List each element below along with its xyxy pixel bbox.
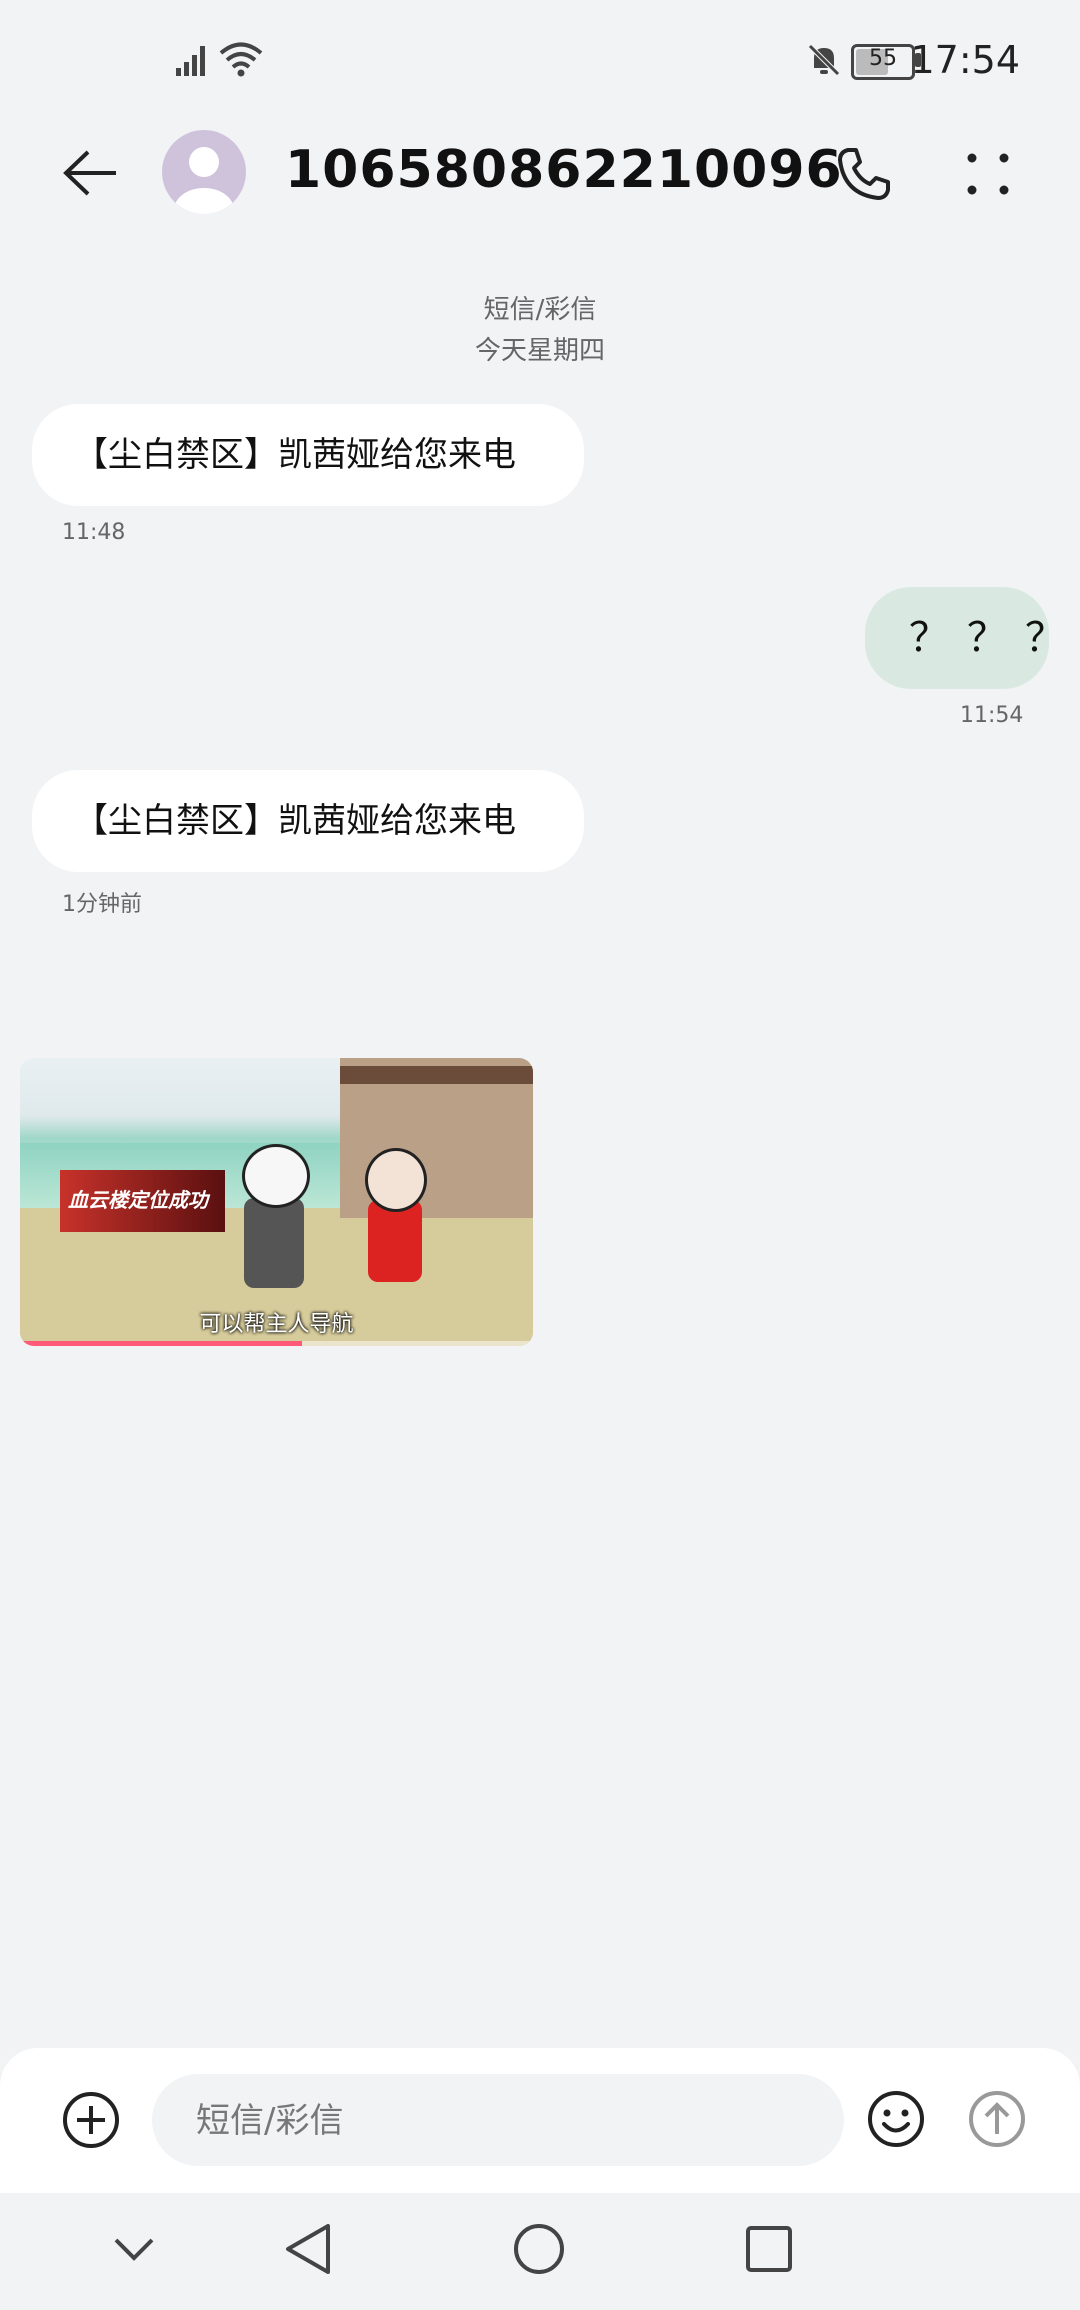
wifi-icon [218,40,264,78]
status-bar: 55 17:54 [0,0,1080,120]
battery-level: 55 [869,46,897,71]
date-label: 今天星期四 [474,336,605,366]
signal-icon [174,40,212,78]
incoming-message[interactable]: 【尘白禁区】凯茜娅给您来电 [32,404,584,506]
phone-icon[interactable] [836,146,892,202]
video-progress[interactable] [20,1341,533,1346]
mute-icon [806,42,842,78]
video-sign-text: 血云楼定位成功 [68,1188,208,1212]
battery-icon: 55 [851,44,915,80]
message-text: 【尘白禁区】凯茜娅给您来电 [74,435,516,475]
nav-down-icon[interactable] [112,2234,156,2264]
video-pavilion-roof [340,1066,533,1084]
message-time: 11:54 [960,703,1024,728]
emoji-icon[interactable] [866,2089,926,2149]
message-time: 1分钟前 [62,892,142,917]
send-icon[interactable] [968,2090,1026,2148]
message-text: ？？？ [909,615,1080,661]
outgoing-message[interactable]: ？？？ [865,587,1065,689]
contact-title: 106580862210096 [285,140,843,200]
message-time: 11:48 [62,520,126,545]
message-input[interactable] [194,2074,818,2168]
incoming-message[interactable]: 【尘白禁区】凯茜娅给您来电 [32,770,584,872]
avatar-icon[interactable] [162,130,246,214]
nav-back-icon[interactable] [284,2222,332,2276]
girl-character-head [365,1148,427,1212]
message-input-container [152,2074,844,2168]
panda-character-body [244,1198,304,1288]
panda-character-head [242,1144,310,1208]
message-type-label: 短信/彩信 [483,295,597,325]
video-sign: 血云楼定位成功 [60,1170,225,1232]
more-icon[interactable] [964,150,1012,198]
video-progress-fill [20,1341,303,1346]
floating-video-player[interactable]: 血云楼定位成功 可以帮主人导航 [20,1058,533,1346]
nav-home-icon[interactable] [512,2222,566,2276]
video-caption: 可以帮主人导航 [199,1312,354,1337]
message-text: 【尘白禁区】凯茜娅给您来电 [74,801,516,841]
back-arrow-icon[interactable] [62,148,120,198]
add-icon[interactable] [62,2091,120,2149]
status-time: 17:54 [910,38,1020,82]
nav-recents-icon[interactable] [744,2224,794,2274]
girl-character-body [368,1200,422,1282]
